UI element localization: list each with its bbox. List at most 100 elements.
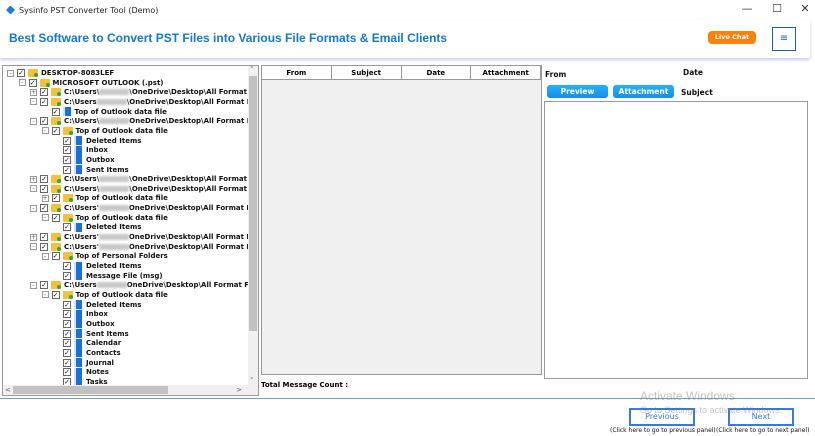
scroll-right-icon[interactable]: > [236,386,242,394]
tree-node[interactable]: - ✓ MICROSOFT OUTLOOK (.pst) [18,78,164,88]
scroll-left-icon[interactable]: < [5,386,11,394]
tree-node[interactable]: ✓ Contacts [53,348,121,358]
tree-node[interactable]: -✓ C:\Users OneDrive\Desktop\All Format Fi… [30,280,258,290]
scroll-up-icon[interactable]: ˄ [250,66,254,74]
tree-node[interactable]: ✓ Deleted Items [53,222,141,232]
tree-node[interactable]: ✓ Journal [53,358,114,368]
collapse-icon[interactable]: - [30,185,37,193]
collapse-icon[interactable]: - [41,252,49,260]
node-checkbox[interactable]: ✓ [51,194,60,203]
node-checkbox[interactable]: ✓ [40,233,48,242]
collapse-icon[interactable]: - [30,204,37,212]
expand-icon[interactable]: + [30,233,37,241]
tree-node[interactable]: - ✓ Top of Personal Folders [41,251,168,261]
node-checkbox[interactable]: ✓ [63,358,71,367]
live-chat-button[interactable]: Live Chat [708,31,756,44]
tree-node[interactable]: ✓ Sent Items [53,329,129,339]
node-checkbox[interactable]: ✓ [63,136,71,145]
node-checkbox[interactable]: ✓ [40,117,48,126]
hscroll-thumb[interactable] [13,386,168,394]
col-from[interactable]: From [262,66,332,79]
tree-node[interactable]: ✓ Outbox [53,319,115,329]
collapse-icon[interactable]: - [41,214,49,222]
tree-node[interactable]: -✓ C:\Users' OneDrive\Desktop\All Format F… [30,242,258,252]
tree-node[interactable]: +✓ C:\Users' OneDrive\Desktop\All Format F… [30,232,258,242]
node-checkbox[interactable]: ✓ [40,242,48,251]
tree-node[interactable]: - ✓ Top of Outlook data file [41,290,168,300]
tree-node[interactable]: - ✓ Top of Outlook data file [41,126,168,136]
close-button[interactable]: ✕ [790,2,815,15]
tree-node[interactable]: + ✓ Top of Outlook data file [41,193,168,203]
expand-icon[interactable]: + [41,194,49,202]
node-checkbox[interactable]: ✓ [40,281,48,290]
tree-node[interactable]: -✓C:\Users\OneDrive\Desktop\All Format F… [30,97,258,107]
node-checkbox[interactable]: ✓ [63,262,71,270]
node-checkbox[interactable]: ✓ [63,155,71,164]
node-checkbox[interactable]: ✓ [63,146,71,155]
node-checkbox[interactable]: ✓ [40,97,48,106]
node-checkbox[interactable]: ✓ [51,213,60,222]
collapse-icon[interactable]: - [7,69,14,77]
node-checkbox[interactable]: ✓ [28,78,37,87]
collapse-icon[interactable]: - [18,79,26,87]
expand-icon[interactable]: + [30,175,37,183]
tree-node[interactable]: ✓ Notes [53,367,109,377]
horizontal-scrollbar[interactable]: < > [3,385,258,395]
tree-node[interactable]: ✓ Inbox [53,145,108,155]
node-checkbox[interactable]: ✓ [51,290,60,299]
node-checkbox[interactable]: ✓ [40,88,48,97]
node-checkbox[interactable]: ✓ [63,368,71,377]
tree-node[interactable]: - ✓ DESKTOP-8083LEF [7,68,114,78]
node-checkbox[interactable]: ✓ [63,300,71,309]
tree-node[interactable]: + ✓ C:\Users\ \OneDrive\Desktop\All Format … [30,87,258,97]
node-checkbox[interactable]: ✓ [63,348,71,357]
node-checkbox[interactable]: ✓ [63,310,71,319]
tree-node[interactable]: ✓ Deleted Items [53,300,141,310]
vertical-scrollbar[interactable]: ˄ ˅ [248,66,258,385]
col-date[interactable]: Date [402,66,472,79]
node-checkbox[interactable]: ✓ [17,69,25,77]
node-checkbox[interactable]: ✓ [63,271,71,280]
node-checkbox[interactable]: ✓ [63,339,71,348]
scroll-thumb[interactable] [249,76,257,331]
tree-node[interactable]: -✓ C:\Users' OneDrive\Desktop\All Format F… [30,203,258,213]
collapse-icon[interactable]: - [30,117,37,125]
collapse-icon[interactable]: - [30,98,37,106]
minimize-button[interactable]: — [732,2,762,15]
col-attachment[interactable]: Attachment [471,66,541,79]
tree-node[interactable]: ✓ Outbox [53,155,115,165]
node-checkbox[interactable]: ✓ [51,107,60,116]
node-checkbox[interactable]: ✓ [63,329,71,338]
tree-node[interactable]: ✓ Deleted Items [53,136,141,146]
collapse-icon[interactable]: - [41,291,49,299]
tree-node[interactable]: -✓C:\Users\OneDrive\Desktop\All Format F… [30,116,258,126]
node-checkbox[interactable]: ✓ [40,175,48,184]
node-checkbox[interactable]: ✓ [63,319,71,328]
tree-node[interactable]: ✓ Message File (msg) [53,271,163,281]
node-checkbox[interactable]: ✓ [51,252,60,261]
tree-node[interactable]: - ✓ Top of Outlook data file [41,213,168,223]
expand-icon[interactable]: + [30,88,37,96]
attachment-button[interactable]: Attachment [613,85,674,98]
collapse-icon[interactable]: - [30,243,37,251]
node-checkbox[interactable]: ✓ [63,165,71,174]
tree-node[interactable]: ✓ Deleted Items [53,261,141,271]
tree-node[interactable]: - ✓ C:\Users\ \OneDrive\Desktop\All Format … [30,184,258,194]
tree-node[interactable]: + ✓ C:\Users\ \OneDrive\Desktop\All Format … [30,174,258,184]
col-subject[interactable]: Subject [332,66,402,79]
menu-button[interactable]: ≡ [772,27,796,51]
node-checkbox[interactable]: ✓ [40,204,48,213]
tree-node[interactable]: ✓ Calendar [53,338,121,348]
folder-icon [62,290,73,299]
preview-button[interactable]: Preview [547,85,608,98]
node-checkbox[interactable]: ✓ [40,184,48,193]
tree-node[interactable]: ✓ Top of Outlook data file [42,107,167,117]
tree-node[interactable]: ✓ Sent Items [53,165,129,175]
node-checkbox[interactable]: ✓ [51,126,60,135]
tree-node[interactable]: ✓ Inbox [53,309,108,319]
node-checkbox[interactable]: ✓ [63,223,71,232]
collapse-icon[interactable]: - [30,281,37,289]
maximize-button[interactable]: ☐ [762,2,792,15]
collapse-icon[interactable]: - [41,127,49,135]
scroll-down-icon[interactable]: ˅ [250,377,254,385]
